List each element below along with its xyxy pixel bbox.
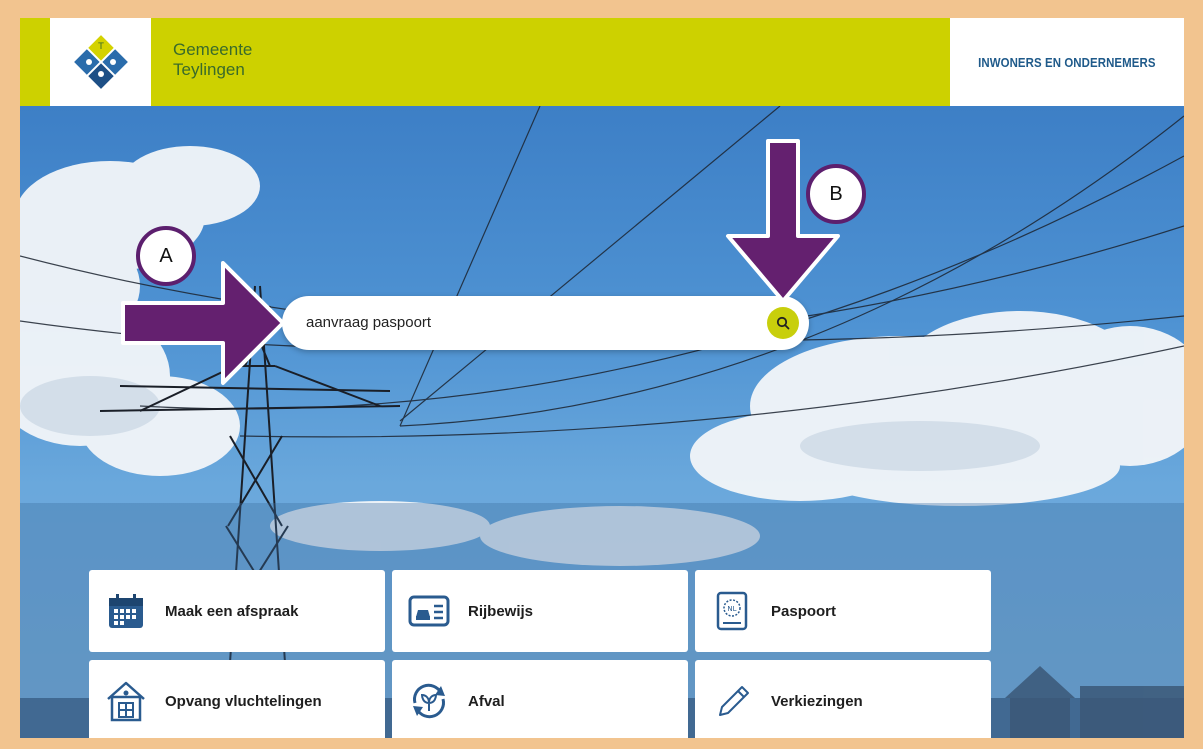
brand-line-1: Gemeente <box>173 40 253 59</box>
svg-text:T: T <box>97 42 104 52</box>
municipality-logo[interactable]: T <box>50 18 151 106</box>
brand-line-2: Teylingen <box>173 60 245 79</box>
callout-b: B <box>806 164 866 224</box>
nav-inwoners-ondernemers[interactable]: INWONERS EN ONDERNEMERS <box>950 18 1184 106</box>
callout-a: A <box>136 226 196 286</box>
annotation-arrows <box>121 139 840 385</box>
arrow-a-icon <box>121 261 285 385</box>
logo-crest-icon: T <box>73 35 128 89</box>
arrow-b-icon <box>726 139 840 303</box>
screenshot-frame: T Gemeente Teylingen INWONERS EN ONDERNE… <box>20 18 1184 738</box>
site-header: T Gemeente Teylingen INWONERS EN ONDERNE… <box>20 18 1184 106</box>
site-brand[interactable]: Gemeente Teylingen <box>173 40 252 80</box>
nav-label: INWONERS EN ONDERNEMERS <box>978 54 1156 70</box>
